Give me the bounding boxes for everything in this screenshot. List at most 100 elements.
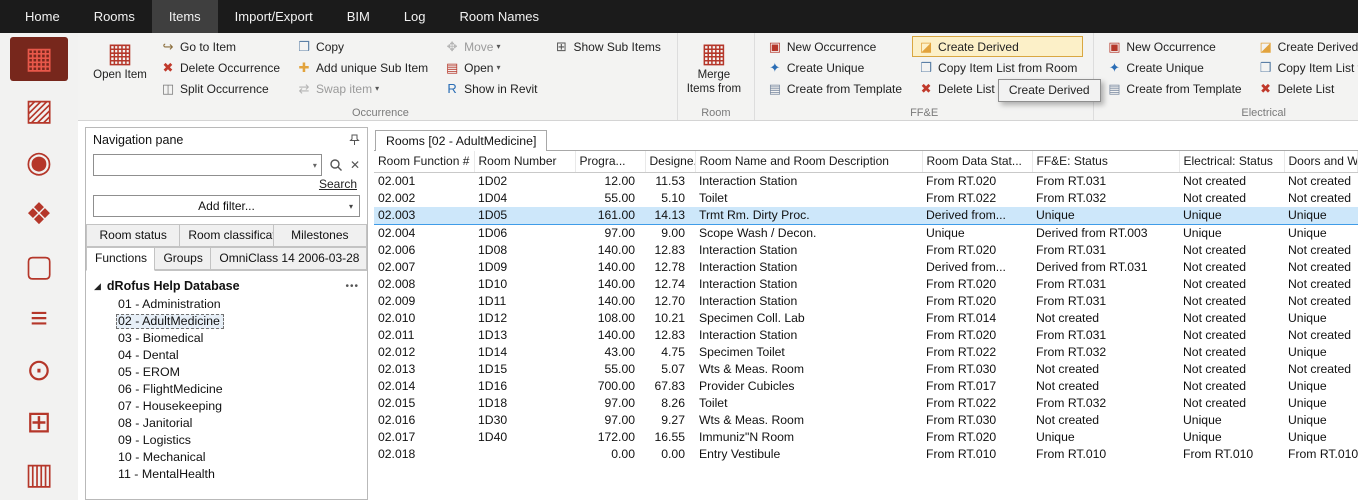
menu-tab-log[interactable]: Log bbox=[387, 0, 443, 33]
column-header-room-data-stat[interactable]: Room Data Stat... bbox=[922, 151, 1032, 173]
column-header-electrical-status[interactable]: Electrical: Status bbox=[1179, 151, 1284, 173]
pin-icon[interactable] bbox=[349, 134, 360, 146]
cell: Not created bbox=[1179, 361, 1284, 378]
tree-item-09-logistics[interactable]: 09 - Logistics bbox=[86, 432, 367, 449]
electrical-delete-list-button[interactable]: ✖Delete List bbox=[1252, 78, 1358, 99]
search-icon[interactable] bbox=[329, 158, 343, 172]
menu-tab-room-names[interactable]: Room Names bbox=[443, 0, 556, 33]
tab-milestones[interactable]: Milestones bbox=[274, 224, 367, 247]
ff-e-create-unique-button[interactable]: ✦Create Unique bbox=[761, 57, 908, 78]
tree-item-08-janitorial[interactable]: 08 - Janitorial bbox=[86, 415, 367, 432]
table-row[interactable]: 02.0151D1897.008.26ToiletFrom RT.022From… bbox=[374, 395, 1358, 412]
table-row[interactable]: 02.0111D13140.0012.83Interaction Station… bbox=[374, 327, 1358, 344]
table-row[interactable]: 02.0091D11140.0012.70Interaction Station… bbox=[374, 293, 1358, 310]
tab-room-classification[interactable]: Room classification bbox=[180, 224, 273, 247]
tree-item-03-biomedical[interactable]: 03 - Biomedical bbox=[86, 330, 367, 347]
tab-omniclass-14-2006-03-28[interactable]: OmniClass 14 2006-03-28 bbox=[211, 247, 367, 270]
column-header-doors-and-w[interactable]: Doors and W... bbox=[1284, 151, 1358, 173]
table-row[interactable]: 02.0171D40172.0016.55Immuniz"N RoomFrom … bbox=[374, 429, 1358, 446]
table-row[interactable]: 02.0041D0697.009.00Scope Wash / Decon.Un… bbox=[374, 225, 1358, 243]
tab-room-status[interactable]: Room status bbox=[86, 224, 180, 247]
open-item-button[interactable]: ▦Open Item bbox=[90, 37, 150, 83]
menu-tab-home[interactable]: Home bbox=[8, 0, 77, 33]
occurrence-revit-button[interactable]: RShow in Revit bbox=[438, 78, 543, 99]
table-row[interactable]: 02.0061D08140.0012.83Interaction Station… bbox=[374, 242, 1358, 259]
more-options-button[interactable]: ••• bbox=[345, 281, 359, 292]
rooms-tab[interactable]: Rooms [02 - AdultMedicine] bbox=[375, 130, 547, 151]
chevron-down-icon[interactable]: ▾ bbox=[313, 161, 317, 170]
add-filter-dropdown[interactable]: Add filter... ▾ bbox=[93, 195, 360, 217]
ff-e-new-occurrence-button[interactable]: ▣New Occurrence bbox=[761, 36, 908, 57]
column-header-room-number[interactable]: Room Number bbox=[474, 151, 575, 173]
search-link[interactable]: Search bbox=[319, 177, 357, 191]
ff-e-copy-item-list-from-room-button[interactable]: ❒Copy Item List from Room bbox=[912, 57, 1083, 78]
tree-item-04-dental[interactable]: 04 - Dental bbox=[86, 347, 367, 364]
items-module-button[interactable]: ▦ bbox=[10, 37, 68, 81]
database-module-button[interactable]: ≡ bbox=[10, 297, 68, 341]
cell: Entry Vestibule bbox=[695, 446, 922, 463]
occurrence-copy-button[interactable]: ❒Copy bbox=[290, 36, 434, 57]
cell: Unique bbox=[1032, 429, 1179, 446]
tree-item-02-adultmedicine[interactable]: 02 - AdultMedicine bbox=[86, 313, 367, 330]
table-row[interactable]: 02.0011D0212.0011.53Interaction StationF… bbox=[374, 173, 1358, 191]
column-header-progra[interactable]: Progra... bbox=[575, 151, 645, 173]
occurrence-split-occurrence-button[interactable]: ◫Split Occurrence bbox=[154, 78, 286, 99]
clear-search-icon[interactable]: ✕ bbox=[350, 158, 360, 172]
table-row[interactable]: 02.0071D09140.0012.78Interaction Station… bbox=[374, 259, 1358, 276]
column-header-room-function[interactable]: Room Function # bbox=[374, 151, 474, 173]
tree-root[interactable]: ◢ dRofus Help Database ••• bbox=[86, 277, 367, 296]
buildings-module-button[interactable]: ⊞ bbox=[10, 401, 68, 445]
tab-functions[interactable]: Functions bbox=[86, 247, 155, 271]
merge-items-from-button[interactable]: ▦Merge Items from bbox=[684, 37, 744, 96]
electrical-copy-item-list-from-room-button[interactable]: ❒Copy Item List from Room bbox=[1252, 57, 1358, 78]
tree-item-05-erom[interactable]: 05 - EROM bbox=[86, 364, 367, 381]
tree-item-07-housekeeping[interactable]: 07 - Housekeeping bbox=[86, 398, 367, 415]
table-row[interactable]: 02.0081D10140.0012.74Interaction Station… bbox=[374, 276, 1358, 293]
occurrence-open-button[interactable]: ▤Open▾ bbox=[438, 57, 543, 78]
table-row[interactable]: 02.0180.000.00Entry VestibuleFrom RT.010… bbox=[374, 446, 1358, 463]
tab-groups[interactable]: Groups bbox=[155, 247, 211, 270]
table-row[interactable]: 02.0141D16700.0067.83Provider CubiclesFr… bbox=[374, 378, 1358, 395]
electrical-new-occurrence-button[interactable]: ▣New Occurrence bbox=[1100, 36, 1247, 57]
table-row[interactable]: 02.0101D12108.0010.21Specimen Coll. LabF… bbox=[374, 310, 1358, 327]
occurrence-swap-item-button[interactable]: ⇄Swap item▾ bbox=[290, 78, 434, 99]
tree-expander-icon[interactable]: ◢ bbox=[94, 281, 101, 292]
menu-tab-import-export[interactable]: Import/Export bbox=[218, 0, 330, 33]
occurrence-go-to-item-button[interactable]: ↪Go to Item bbox=[154, 36, 286, 57]
table-row[interactable]: 02.0121D1443.004.75Specimen ToiletFrom R… bbox=[374, 344, 1358, 361]
ff-e-create-derived-button[interactable]: ◪Create Derived bbox=[912, 36, 1083, 57]
tooltip: Create Derived bbox=[998, 79, 1101, 102]
tree-item-10-mechanical[interactable]: 10 - Mechanical bbox=[86, 449, 367, 466]
occurrence-show-sub-items-button[interactable]: ⊞Show Sub Items bbox=[548, 36, 667, 57]
tree-item-01-administration[interactable]: 01 - Administration bbox=[86, 296, 367, 313]
documents-module-button[interactable]: ▢ bbox=[10, 245, 68, 289]
electrical-create-derived-button[interactable]: ◪Create Derived bbox=[1252, 36, 1358, 57]
table-row[interactable]: 02.0031D05161.0014.13Trmt Rm. Dirty Proc… bbox=[374, 207, 1358, 225]
products-module-button[interactable]: ◉ bbox=[10, 141, 68, 185]
tree-item-06-flightmedicine[interactable]: 06 - FlightMedicine bbox=[86, 381, 367, 398]
cell: Wts & Meas. Room bbox=[695, 361, 922, 378]
reports-module-button[interactable]: ▥ bbox=[10, 453, 68, 497]
tree-item-11-mentalhealth[interactable]: 11 - MentalHealth bbox=[86, 466, 367, 483]
column-header-ff-e-status[interactable]: FF&E: Status bbox=[1032, 151, 1179, 173]
classification-module-button[interactable]: ❖ bbox=[10, 193, 68, 237]
menu-tab-items[interactable]: Items bbox=[152, 0, 218, 33]
ff-e-create-from-template-button[interactable]: ▤Create from Template bbox=[761, 78, 908, 99]
electrical-create-from-template-button[interactable]: ▤Create from Template bbox=[1100, 78, 1247, 99]
table-row[interactable]: 02.0021D0455.005.10ToiletFrom RT.022From… bbox=[374, 190, 1358, 207]
electrical-create-unique-button[interactable]: ✦Create Unique bbox=[1100, 57, 1247, 78]
table-row[interactable]: 02.0131D1555.005.07Wts & Meas. RoomFrom … bbox=[374, 361, 1358, 378]
menu-tab-bim[interactable]: BIM bbox=[330, 0, 387, 33]
cell: From RT.031 bbox=[1032, 276, 1179, 293]
column-header-room-name-and-room-description[interactable]: Room Name and Room Description bbox=[695, 151, 922, 173]
procurement-module-button[interactable]: ⊙ bbox=[10, 349, 68, 393]
search-input[interactable] bbox=[94, 155, 321, 175]
occurrence-move-button[interactable]: ✥Move▾ bbox=[438, 36, 543, 57]
item-occurrences-module-button[interactable]: ▨ bbox=[10, 89, 68, 133]
create-unique-icon: ✦ bbox=[767, 60, 783, 76]
menu-tab-rooms[interactable]: Rooms bbox=[77, 0, 152, 33]
table-row[interactable]: 02.0161D3097.009.27Wts & Meas. RoomFrom … bbox=[374, 412, 1358, 429]
occurrence-add-unique-sub-item-button[interactable]: ✚Add unique Sub Item bbox=[290, 57, 434, 78]
occurrence-delete-occurrence-button[interactable]: ✖Delete Occurrence bbox=[154, 57, 286, 78]
column-header-designe[interactable]: Designe... bbox=[645, 151, 695, 173]
